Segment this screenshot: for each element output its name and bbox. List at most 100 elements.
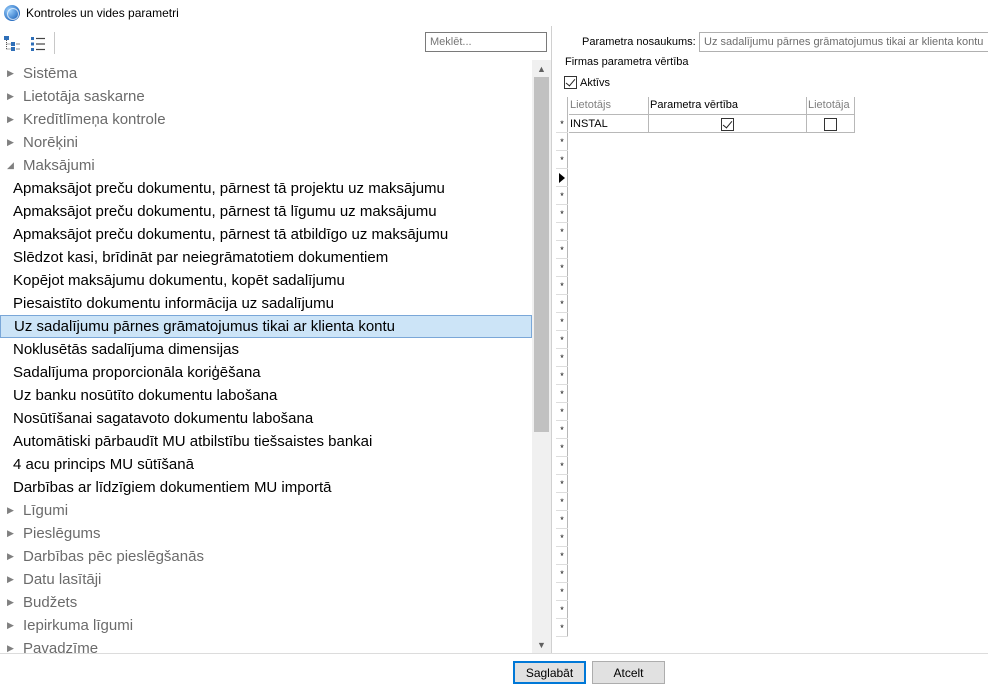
- tree-item[interactable]: Apmaksājot preču dokumentu, pārnest tā a…: [0, 223, 532, 246]
- row-indicator[interactable]: [556, 169, 568, 187]
- tree-item-label: Pieslēgums: [23, 525, 101, 542]
- grid-header: Lietotājs Parametra vērtība Lietotāja: [569, 97, 855, 115]
- collapsed-arrow-icon[interactable]: ▶: [6, 137, 15, 148]
- list-view-icon[interactable]: [28, 34, 48, 54]
- tree-item[interactable]: Noklusētās sadalījuma dimensijas: [0, 338, 532, 361]
- tree-group[interactable]: ▶ Pieslēgums: [0, 522, 532, 545]
- toolbar: [0, 26, 552, 60]
- row-indicator[interactable]: *: [556, 439, 568, 457]
- tree-item[interactable]: Darbības ar līdzīgiem dokumentiem MU imp…: [0, 476, 532, 499]
- search-input[interactable]: [425, 32, 547, 52]
- row-indicator[interactable]: *: [556, 583, 568, 601]
- value-checkbox[interactable]: [721, 117, 734, 131]
- row-indicator[interactable]: *: [556, 277, 568, 295]
- row-indicator[interactable]: *: [556, 529, 568, 547]
- tree-item-label: Apmaksājot preču dokumentu, pārnest tā p…: [13, 180, 445, 197]
- tree-item[interactable]: Uz sadalījumu pārnes grāmatojumus tikai …: [0, 315, 532, 338]
- tree-group[interactable]: ▶ Darbības pēc pieslēgšanās: [0, 545, 532, 568]
- table-row[interactable]: INSTAL: [569, 115, 855, 133]
- row-indicator[interactable]: *: [556, 565, 568, 583]
- tree-item[interactable]: Nosūtīšanai sagatavoto dokumentu labošan…: [0, 407, 532, 430]
- column-header-user[interactable]: Lietotājs: [569, 97, 649, 115]
- tree-item-label: Norēķini: [23, 134, 79, 151]
- row-indicator[interactable]: *: [556, 475, 568, 493]
- cell-user-flag[interactable]: [807, 115, 855, 133]
- expanded-arrow-icon[interactable]: ◢: [6, 160, 15, 171]
- tree-item[interactable]: Uz banku nosūtīto dokumentu labošana: [0, 384, 532, 407]
- scroll-up-icon[interactable]: ▲: [532, 60, 551, 77]
- collapsed-arrow-icon[interactable]: ▶: [6, 505, 15, 516]
- collapsed-arrow-icon[interactable]: ▶: [6, 643, 15, 653]
- tree-scrollbar[interactable]: ▲ ▼: [532, 60, 551, 653]
- collapsed-arrow-icon[interactable]: ▶: [6, 528, 15, 539]
- tree-view-icon[interactable]: [2, 34, 22, 54]
- collapsed-arrow-icon[interactable]: ▶: [6, 597, 15, 608]
- tree-item[interactable]: Kopējot maksājumu dokumentu, kopēt sadal…: [0, 269, 532, 292]
- active-checkbox[interactable]: [564, 76, 577, 89]
- parameter-tree: ▶ Sistēma ▶ Lietotāja saskarne ▶ Kredītlīmeņa…: [0, 60, 532, 653]
- row-indicator[interactable]: *: [556, 457, 568, 475]
- tree-item[interactable]: Apmaksājot preču dokumentu, pārnest tā l…: [0, 200, 532, 223]
- tree-group[interactable]: ▶ Pavadzīme: [0, 637, 532, 653]
- row-indicator[interactable]: *: [556, 133, 568, 151]
- row-indicator[interactable]: *: [556, 367, 568, 385]
- collapsed-arrow-icon[interactable]: ▶: [6, 68, 15, 79]
- row-indicator[interactable]: *: [556, 115, 568, 133]
- tree-group[interactable]: ▶ Iepirkuma līgumi: [0, 614, 532, 637]
- row-indicator[interactable]: *: [556, 151, 568, 169]
- cell-user[interactable]: INSTAL: [569, 115, 649, 133]
- tree-group[interactable]: ▶ Kredītlīmeņa kontrole: [0, 108, 532, 131]
- row-indicator[interactable]: *: [556, 313, 568, 331]
- tree-item-label: Uz sadalījumu pārnes grāmatojumus tikai …: [14, 318, 396, 335]
- tree-group[interactable]: ▶ Lietotāja saskarne: [0, 85, 532, 108]
- tree-group[interactable]: ▶ Datu lasītāji: [0, 568, 532, 591]
- tree-item-label: Nosūtīšanai sagatavoto dokumentu labošan…: [13, 410, 314, 427]
- row-indicator[interactable]: *: [556, 385, 568, 403]
- row-indicator[interactable]: *: [556, 187, 568, 205]
- tree-item-label: Apmaksājot preču dokumentu, pārnest tā l…: [13, 203, 437, 220]
- row-indicator[interactable]: *: [556, 223, 568, 241]
- row-indicator[interactable]: *: [556, 493, 568, 511]
- active-checkbox-row[interactable]: Aktīvs: [564, 76, 610, 89]
- tree-item-label: Lietotāja saskarne: [23, 88, 145, 105]
- row-indicator[interactable]: *: [556, 601, 568, 619]
- row-indicator[interactable]: *: [556, 547, 568, 565]
- row-indicator-column: * * * * * * * * * * * * * * * * * * * * * * * * * * * *: [556, 97, 568, 637]
- tree-item[interactable]: Piesaistīto dokumentu informācija uz sad…: [0, 292, 532, 315]
- row-indicator[interactable]: *: [556, 259, 568, 277]
- row-indicator[interactable]: *: [556, 403, 568, 421]
- row-indicator[interactable]: *: [556, 619, 568, 637]
- collapsed-arrow-icon[interactable]: ▶: [6, 620, 15, 631]
- row-indicator[interactable]: *: [556, 295, 568, 313]
- row-indicator[interactable]: *: [556, 205, 568, 223]
- column-header-value[interactable]: Parametra vērtība: [649, 97, 807, 115]
- scrollbar-thumb[interactable]: [534, 77, 549, 432]
- tree-item[interactable]: 4 acu princips MU sūtīšanā: [0, 453, 532, 476]
- row-indicator[interactable]: *: [556, 241, 568, 259]
- tree-group[interactable]: ▶ Sistēma: [0, 62, 532, 85]
- tree-item-label: Uz banku nosūtīto dokumentu labošana: [13, 387, 278, 404]
- row-indicator[interactable]: *: [556, 421, 568, 439]
- cell-value[interactable]: [649, 115, 807, 133]
- collapsed-arrow-icon[interactable]: ▶: [6, 114, 15, 125]
- tree-item[interactable]: Sadalījuma proporcionāla koriģēšana: [0, 361, 532, 384]
- row-indicator[interactable]: *: [556, 511, 568, 529]
- collapsed-arrow-icon[interactable]: ▶: [6, 551, 15, 562]
- column-header-user-flag[interactable]: Lietotāja: [807, 97, 855, 115]
- user-flag-checkbox[interactable]: [824, 117, 837, 131]
- tree-item[interactable]: Automātiski pārbaudīt MU atbilstību tieš…: [0, 430, 532, 453]
- tree-group[interactable]: ▶ Līgumi: [0, 499, 532, 522]
- tree-group[interactable]: ▶ Norēķini: [0, 131, 532, 154]
- tree-item[interactable]: Apmaksājot preču dokumentu, pārnest tā p…: [0, 177, 532, 200]
- cancel-button[interactable]: Atcelt: [592, 661, 665, 684]
- scroll-down-icon[interactable]: ▼: [532, 636, 551, 653]
- save-button[interactable]: Saglabāt: [513, 661, 586, 684]
- tree-item-label: Kredītlīmeņa kontrole: [23, 111, 166, 128]
- collapsed-arrow-icon[interactable]: ▶: [6, 574, 15, 585]
- row-indicator[interactable]: *: [556, 349, 568, 367]
- collapsed-arrow-icon[interactable]: ▶: [6, 91, 15, 102]
- tree-group[interactable]: ▶ Budžets: [0, 591, 532, 614]
- tree-group[interactable]: ◢ Maksājumi: [0, 154, 532, 177]
- row-indicator[interactable]: *: [556, 331, 568, 349]
- tree-item[interactable]: Slēdzot kasi, brīdināt par neiegrāmatoti…: [0, 246, 532, 269]
